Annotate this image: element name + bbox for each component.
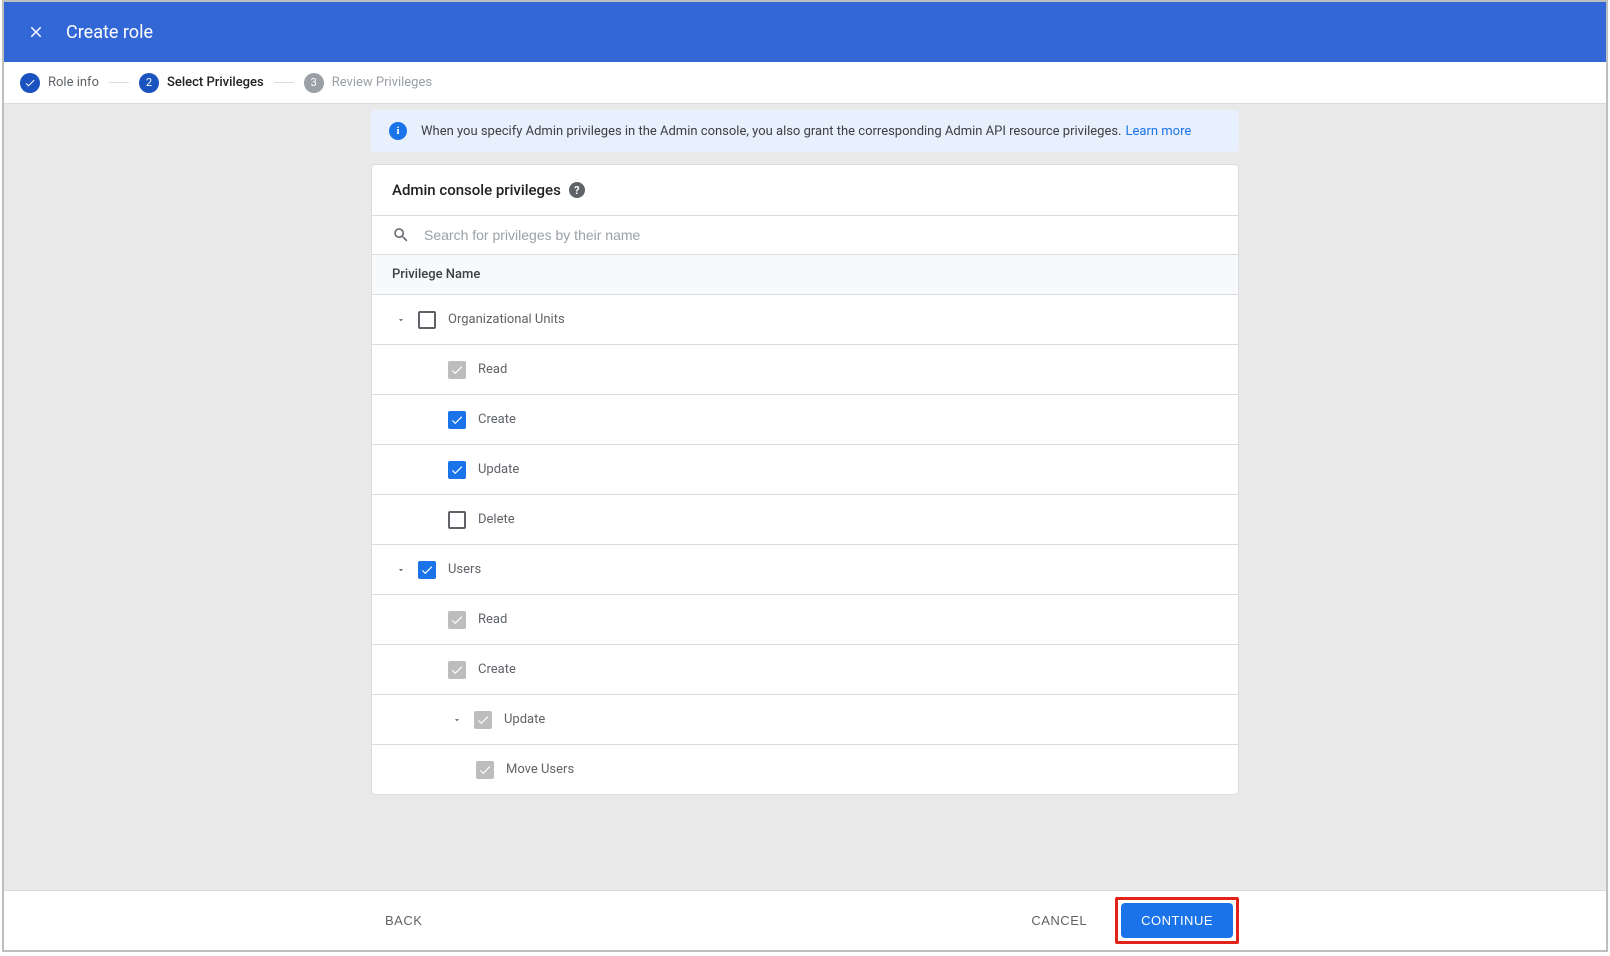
privilege-row-org-units: Organizational Units [372,294,1238,344]
step-role-info[interactable]: Role info [20,73,99,93]
content-area: i When you specify Admin privileges in t… [4,104,1606,890]
step-label: Role info [48,75,99,90]
header-bar: Create role [4,2,1606,62]
privilege-list: Organizational Units Read Create Update Dele… [372,294,1238,794]
privilege-label: Users [448,562,481,577]
info-banner: i When you specify Admin privileges in t… [371,110,1239,152]
help-icon[interactable]: ? [569,182,585,198]
privilege-row-users-move: Move Users [372,744,1238,794]
privilege-row-org-create: Create [372,394,1238,444]
continue-button[interactable]: CONTINUE [1121,903,1233,938]
expand-arrow-icon[interactable] [392,311,410,329]
privilege-row-org-update: Update [372,444,1238,494]
privilege-row-users-read: Read [372,594,1238,644]
learn-more-link[interactable]: Learn more [1126,124,1192,139]
privilege-row-users-create: Create [372,644,1238,694]
step-label: Select Privileges [167,75,264,90]
checkbox-org-units[interactable] [418,311,436,329]
checkbox-org-create[interactable] [448,411,466,429]
checkbox-org-read [448,361,466,379]
page-title: Create role [66,22,153,43]
checkbox-users-create [448,661,466,679]
privilege-label: Update [504,712,545,727]
check-icon [20,73,40,93]
privilege-label: Create [478,662,516,677]
checkbox-org-delete[interactable] [448,511,466,529]
info-text: When you specify Admin privileges in the… [421,124,1122,139]
step-label: Review Privileges [332,75,432,90]
privilege-label: Move Users [506,762,574,777]
step-separator [274,82,294,83]
checkbox-org-update[interactable] [448,461,466,479]
checkbox-users-read [448,611,466,629]
privilege-label: Read [478,362,507,377]
checkbox-users-update [474,711,492,729]
privilege-row-org-read: Read [372,344,1238,394]
search-icon [392,226,410,244]
column-header: Privilege Name [372,254,1238,294]
privileges-card: Admin console privileges ? Privilege Nam… [371,164,1239,795]
step-select-privileges[interactable]: 2 Select Privileges [139,73,264,93]
privilege-label: Read [478,612,507,627]
close-icon[interactable] [24,20,48,44]
step-review-privileges[interactable]: 3 Review Privileges [304,73,432,93]
info-icon: i [389,122,407,140]
step-separator [109,82,129,83]
card-header: Admin console privileges ? [372,165,1238,215]
privilege-label: Create [478,412,516,427]
search-input[interactable] [424,227,1218,243]
back-button[interactable]: BACK [371,905,436,936]
step-number-icon: 3 [304,73,324,93]
stepper: Role info 2 Select Privileges 3 Review P… [4,62,1606,104]
expand-arrow-icon[interactable] [448,711,466,729]
checkbox-users[interactable] [418,561,436,579]
privilege-row-users-update: Update [372,694,1238,744]
step-number-icon: 2 [139,73,159,93]
card-title: Admin console privileges [392,181,561,199]
privilege-row-org-delete: Delete [372,494,1238,544]
continue-highlight: CONTINUE [1115,897,1239,944]
expand-arrow-icon[interactable] [392,561,410,579]
search-row [372,215,1238,254]
checkbox-users-move [476,761,494,779]
cancel-button[interactable]: CANCEL [1017,905,1101,936]
app-frame: Create role Role info 2 Select Privilege… [2,0,1608,952]
privilege-label: Organizational Units [448,312,565,327]
privilege-label: Delete [478,512,515,527]
privilege-row-users: Users [372,544,1238,594]
footer-bar: BACK CANCEL CONTINUE [4,890,1606,950]
privilege-label: Update [478,462,519,477]
